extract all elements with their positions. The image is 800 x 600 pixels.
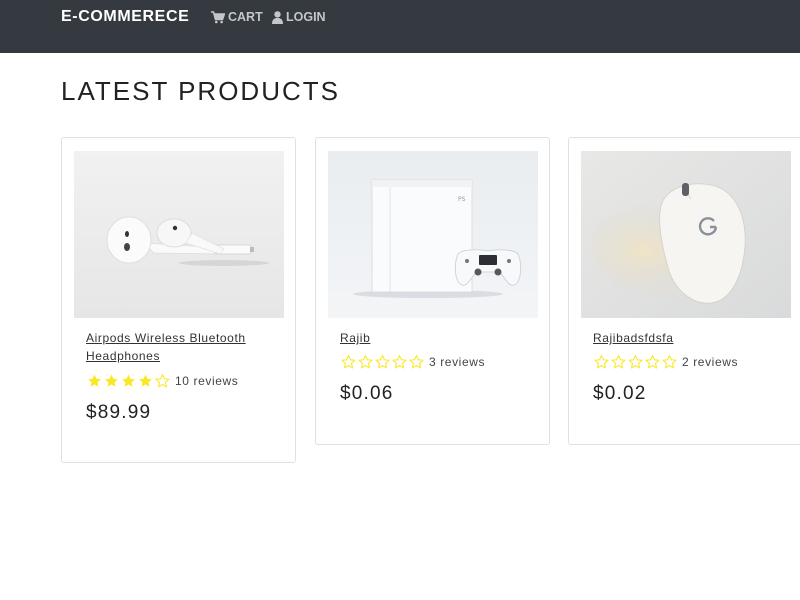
star-empty-icon [610,354,627,369]
product-card: Airpods Wireless Bluetooth Headphones 10… [61,137,296,463]
product-price: $0.06 [340,383,394,404]
product-rating: 2 reviews [593,354,738,370]
product-image-link[interactable] [74,151,284,318]
brand-logo-link[interactable]: E-COMMERECE [61,8,189,26]
star-empty-icon [357,354,374,369]
product-price: $89.99 [86,402,152,423]
review-count: 3 reviews [429,355,486,369]
product-card: Rajibadsfdsfa 2 reviews $0.02 [568,137,800,445]
product-image-link[interactable]: PS [328,151,538,318]
star-empty-icon [593,354,610,369]
star-filled-icon [88,374,101,387]
star-filled-icon [139,374,152,387]
star-empty-icon [340,354,357,369]
playstation-console-image: PS [328,151,538,318]
star-empty-icon [154,373,171,388]
star-filled-icon [122,374,135,387]
logitech-mouse-image [581,151,791,318]
navbar: E-COMMERECE CART LOGIN [0,0,800,53]
product-image-link[interactable] [581,151,791,318]
star-empty-icon [644,354,661,369]
star-empty-icon [374,354,391,369]
cart-label: CART [228,10,263,24]
star-filled-icon [105,374,118,387]
review-count: 10 reviews [175,374,239,388]
login-label: LOGIN [286,10,326,24]
shopping-cart-icon [211,10,225,23]
product-price: $0.02 [593,383,647,404]
product-title-link[interactable]: Rajibadsfdsfa [593,329,783,347]
product-card: PS Rajib 3 reviews $0.06 [315,137,550,445]
cart-link[interactable]: CART [211,9,263,25]
review-count: 2 reviews [682,355,739,369]
login-link[interactable]: LOGIN [272,9,326,25]
user-icon [272,10,283,24]
product-rating: 10 reviews [86,373,238,389]
star-empty-icon [627,354,644,369]
star-empty-icon [408,354,425,369]
product-title-link[interactable]: Airpods Wireless Bluetooth Headphones [86,329,276,365]
svg-text:PS: PS [458,196,466,203]
product-rating: 3 reviews [340,354,485,370]
page-title: LATEST PRODUCTS [61,76,340,106]
star-empty-icon [661,354,678,369]
product-title-link[interactable]: Rajib [340,329,530,347]
airpods-image [74,151,284,318]
star-empty-icon [391,354,408,369]
